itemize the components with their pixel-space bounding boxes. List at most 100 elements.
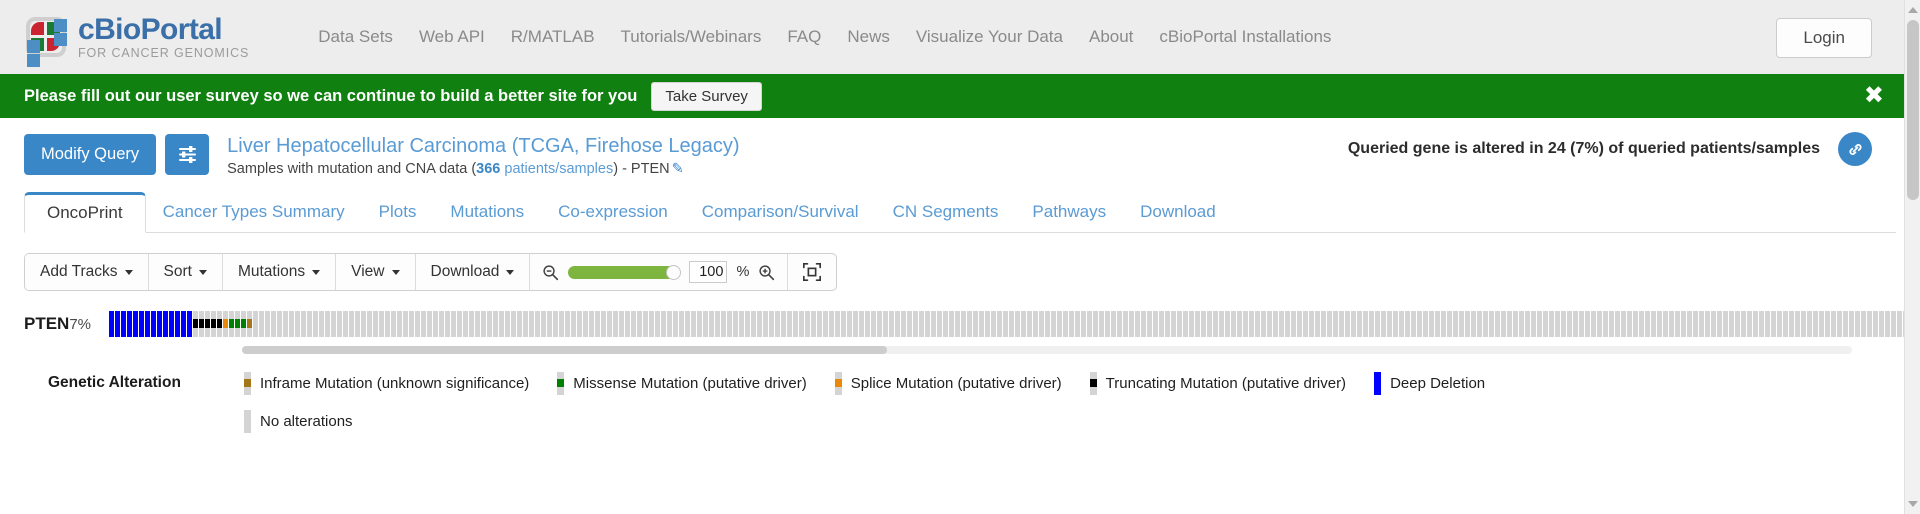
oncoprint-cell[interactable] [1393,311,1399,337]
oncoprint-cell[interactable] [1057,311,1063,337]
oncoprint-cell[interactable] [211,311,217,337]
oncoprint-cell[interactable] [493,311,499,337]
oncoprint-cell[interactable] [331,311,337,337]
oncoprint-cell[interactable] [1081,311,1087,337]
oncoprint-cell[interactable] [901,311,907,337]
oncoprint-cell[interactable] [565,311,571,337]
track-cells[interactable] [109,311,1920,337]
zoom-slider[interactable] [568,264,682,280]
oncoprint-cell[interactable] [1051,311,1057,337]
oncoprint-cell[interactable] [889,311,895,337]
oncoprint-cell[interactable] [1249,311,1255,337]
oncoprint-cell[interactable] [1285,311,1291,337]
scroll-down-arrow-icon[interactable] [1907,501,1918,507]
oncoprint-cell[interactable] [1135,311,1141,337]
oncoprint-cell[interactable] [1075,311,1081,337]
oncoprint-cell[interactable] [529,311,535,337]
oncoprint-cell[interactable] [1609,311,1615,337]
oncoprint-cell[interactable] [1819,311,1825,337]
oncoprint-cell[interactable] [1189,311,1195,337]
oncoprint-cell[interactable] [1411,311,1417,337]
oncoprint-cell[interactable] [253,311,259,337]
oncoprint-cell[interactable] [679,311,685,337]
oncoprint-cell[interactable] [361,311,367,337]
oncoprint-cell[interactable] [421,311,427,337]
oncoprint-cell[interactable] [1327,311,1333,337]
oncoprint-cell[interactable] [559,311,565,337]
oncoprint-cell[interactable] [1549,311,1555,337]
oncoprint-cell[interactable] [337,311,343,337]
oncoprint-cell[interactable] [1453,311,1459,337]
oncoprint-cell[interactable] [949,311,955,337]
oncoprint-cell[interactable] [139,311,145,337]
oncoprint-cell[interactable] [661,311,667,337]
oncoprint-cell[interactable] [649,311,655,337]
page-scrollbar-thumb[interactable] [1907,20,1919,200]
oncoprint-cell[interactable] [343,311,349,337]
oncoprint-cell[interactable] [1855,311,1861,337]
oncoprint-cell[interactable] [1657,311,1663,337]
tab-cn-segments[interactable]: CN Segments [876,193,1016,232]
oncoprint-cell[interactable] [151,311,157,337]
oncoprint-cell[interactable] [1513,311,1519,337]
oncoprint-cell[interactable] [1519,311,1525,337]
oncoprint-cell[interactable] [907,311,913,337]
oncoprint-cell[interactable] [703,311,709,337]
oncoprint-cell[interactable] [1009,311,1015,337]
oncoprint-cell[interactable] [265,311,271,337]
oncoprint-cell[interactable] [1225,311,1231,337]
oncoprint-cell[interactable] [205,311,211,337]
oncoprint-cell[interactable] [655,311,661,337]
oncoprint-cell[interactable] [1597,311,1603,337]
oncoprint-cell[interactable] [535,311,541,337]
oncoprint-cell[interactable] [961,311,967,337]
oncoprint-cell[interactable] [1321,311,1327,337]
oncoprint-cell[interactable] [763,311,769,337]
oncoprint-cell[interactable] [223,311,229,337]
oncoprint-cell[interactable] [1147,311,1153,337]
oncoprint-cell[interactable] [1423,311,1429,337]
oncoprint-cell[interactable] [181,311,187,337]
oncoprint-cell[interactable] [1069,311,1075,337]
oncoprint-cell[interactable] [727,311,733,337]
oncoprint-cell[interactable] [673,311,679,337]
oncoprint-cell[interactable] [1477,311,1483,337]
oncoprint-cell[interactable] [853,311,859,337]
oncoprint-cell[interactable] [1111,311,1117,337]
oncoprint-cell[interactable] [691,311,697,337]
oncoprint-cell[interactable] [997,311,1003,337]
oncoprint-cell[interactable] [1525,311,1531,337]
oncoprint-cell[interactable] [1717,311,1723,337]
oncoprint-cell[interactable] [127,311,133,337]
oncoprint-cell[interactable] [1813,311,1819,337]
oncoprint-cell[interactable] [1807,311,1813,337]
oncoprint-cell[interactable] [1753,311,1759,337]
oncoprint-cell[interactable] [319,311,325,337]
page-scrollbar[interactable] [1904,0,1920,514]
oncoprint-cell[interactable] [277,311,283,337]
fit-to-screen-button[interactable] [788,254,836,290]
tab-comparison-survival[interactable]: Comparison/Survival [685,193,876,232]
oncoprint-cell[interactable] [859,311,865,337]
oncoprint-cell[interactable] [241,311,247,337]
oncoprint-cell[interactable] [1447,311,1453,337]
hscroll-thumb[interactable] [242,346,887,354]
oncoprint-cell[interactable] [271,311,277,337]
oncoprint-cell[interactable] [1561,311,1567,337]
oncoprint-cell[interactable] [811,311,817,337]
oncoprint-cell[interactable] [805,311,811,337]
oncoprint-cell[interactable] [1063,311,1069,337]
nav-item-news[interactable]: News [834,21,903,53]
oncoprint-cell[interactable] [823,311,829,337]
oncoprint-cell[interactable] [1243,311,1249,337]
oncoprint-cell[interactable] [133,311,139,337]
oncoprint-cell[interactable] [1621,311,1627,337]
oncoprint-cell[interactable] [1507,311,1513,337]
oncoprint-cell[interactable] [313,311,319,337]
oncoprint-cell[interactable] [439,311,445,337]
oncoprint-cell[interactable] [427,311,433,337]
oncoprint-cell[interactable] [469,311,475,337]
oncoprint-cell[interactable] [925,311,931,337]
oncoprint-cell[interactable] [1405,311,1411,337]
oncoprint-cell[interactable] [385,311,391,337]
